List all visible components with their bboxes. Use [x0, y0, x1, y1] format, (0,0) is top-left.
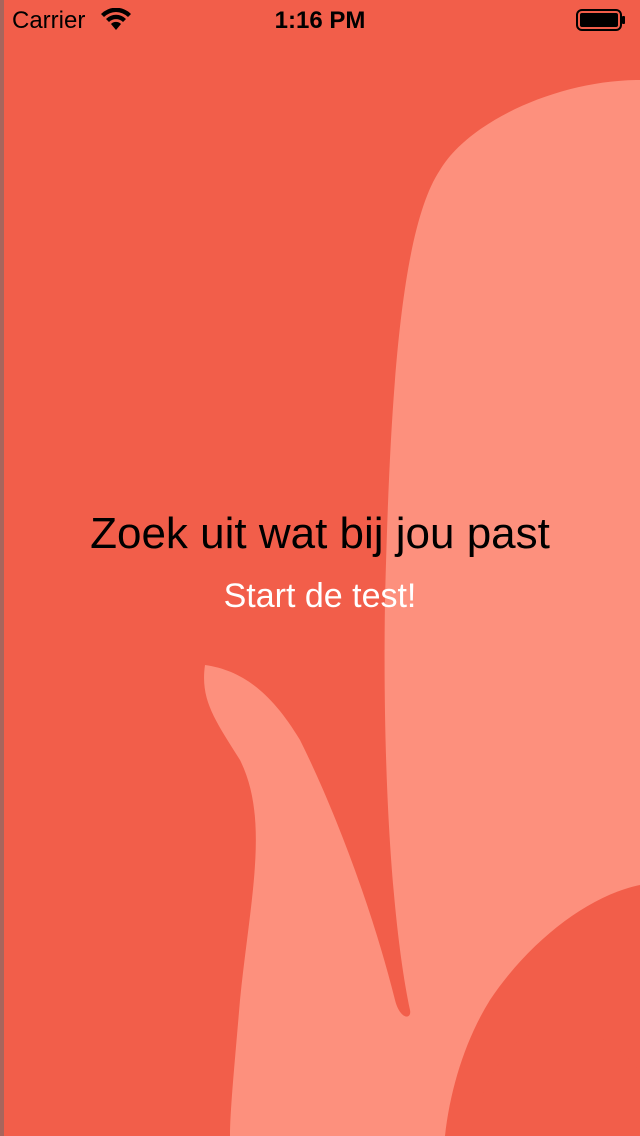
status-time: 1:16 PM: [274, 7, 366, 34]
hero-section: Zoek uit wat bij jou past Start de test!: [0, 506, 640, 616]
battery-icon: [576, 9, 626, 31]
status-bar: Carrier 1:16 PM: [0, 0, 640, 40]
start-test-button[interactable]: Start de test!: [224, 576, 417, 616]
hero-title: Zoek uit wat bij jou past: [90, 509, 550, 558]
app-screen: Carrier 1:16 PM Zoek uit wat bij jou pas…: [0, 0, 640, 1136]
